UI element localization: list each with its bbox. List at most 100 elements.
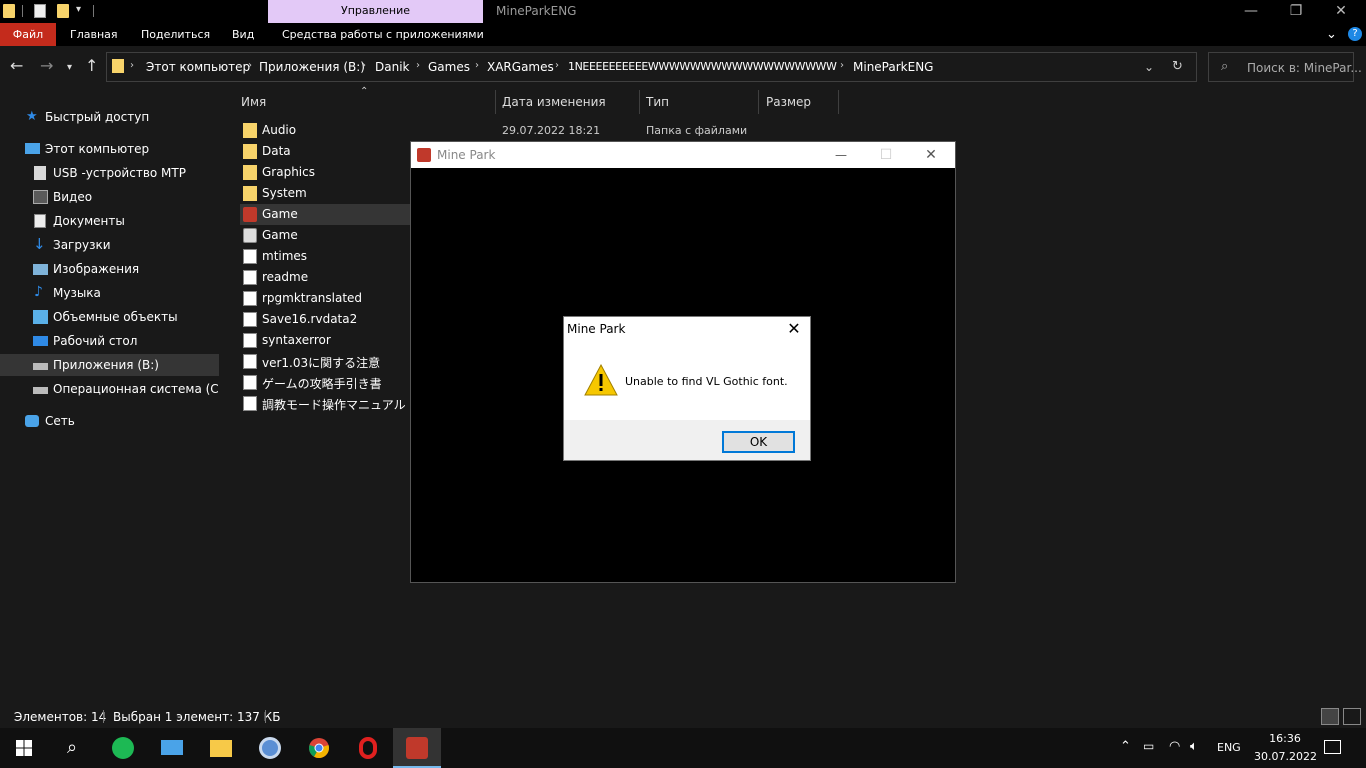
computer-icon [25,143,40,154]
file-row[interactable]: Audio [240,120,410,141]
file-row[interactable]: System [240,183,410,204]
nav-network[interactable]: Сеть [0,410,219,432]
dialog-close-button[interactable]: ✕ [784,319,804,339]
chevron-right-icon[interactable]: › [840,60,844,71]
nav-3d-objects[interactable]: Объемные объекты [0,306,219,328]
notifications-icon[interactable] [1324,740,1341,754]
game-window-titlebar[interactable]: Mine Park — ☐ ✕ [411,142,955,168]
breadcrumb-this-pc[interactable]: Этот компьютер [146,60,250,74]
help-icon[interactable]: ? [1348,27,1362,41]
file-row[interactable]: Graphics [240,162,410,183]
battery-icon[interactable]: ▭ [1143,739,1154,753]
breadcrumb-1neeee[interactable]: 1NEEEEEEEEEEWWWWWWWWWWWWWWWWWW [568,60,837,73]
tab-share[interactable]: Поделиться [141,23,210,46]
large-icons-view-icon[interactable] [1343,708,1361,725]
back-arrow-icon[interactable]: ← [10,56,23,76]
file-row[interactable]: syntaxerror [240,330,410,351]
taskbar-chrome[interactable] [295,728,343,768]
tab-view[interactable]: Вид [232,23,254,46]
breadcrumb-drive-b[interactable]: Приложения (B:) [259,60,365,74]
breadcrumb-danik[interactable]: Danik [375,60,409,74]
chevron-right-icon[interactable]: › [555,60,559,71]
file-row[interactable]: mtimes [240,246,410,267]
file-row[interactable]: readme [240,267,410,288]
column-header-size[interactable]: Размер [766,95,811,109]
start-button[interactable] [0,728,48,768]
refresh-icon[interactable]: ↻ [1172,59,1183,74]
breadcrumb-games[interactable]: Games [428,60,470,74]
nav-desktop[interactable]: Рабочий стол [0,330,219,352]
minimize-button[interactable]: — [819,144,863,166]
column-divider[interactable] [639,90,640,114]
nav-documents[interactable]: Документы [0,210,219,232]
taskbar-mine-park[interactable] [393,728,441,768]
nav-drive-b[interactable]: Приложения (B:) [0,354,219,376]
column-divider[interactable] [838,90,839,114]
nav-video[interactable]: Видео [0,186,219,208]
nav-music[interactable]: ♪ Музыка [0,282,219,304]
nav-usb-mtp[interactable]: USB -устройство MTP [0,162,219,184]
wifi-icon[interactable]: ◠ [1169,739,1180,754]
properties-icon[interactable] [34,4,46,18]
chevron-right-icon[interactable]: › [362,60,366,71]
file-row[interactable]: 調教モード操作マニュアル [240,393,410,414]
breadcrumb-mineparkeng[interactable]: MineParkENG [853,60,933,74]
column-divider[interactable] [758,90,759,114]
search-box[interactable]: ⌕ Поиск в: MinePar... [1208,52,1362,82]
column-divider[interactable] [495,90,496,114]
language-indicator[interactable]: ENG [1217,741,1241,754]
nav-this-pc[interactable]: Этот компьютер [0,138,219,160]
taskbar-app[interactable] [246,728,294,768]
nav-downloads[interactable]: ↓ Загрузки [0,234,219,256]
ok-button[interactable]: OK [722,431,795,453]
show-hidden-icons-icon[interactable]: ⌃ [1120,739,1131,754]
nav-label: Видео [53,190,93,204]
nav-pictures[interactable]: Изображения [0,258,219,280]
customize-quick-access-icon[interactable]: ▾ [76,4,81,15]
clock-time[interactable]: 16:36 [1262,732,1308,745]
column-header-name[interactable]: Имя [241,95,266,109]
tab-application-tools[interactable]: Средства работы с приложениями [282,23,484,46]
tab-file[interactable]: Файл [0,23,56,46]
taskbar-file-explorer[interactable] [197,728,245,768]
clock-date[interactable]: 30.07.2022 [1254,750,1317,763]
file-row[interactable]: rpgmktranslated [240,288,410,309]
chrome-icon [309,738,329,759]
taskbar-this-pc[interactable] [148,728,196,768]
search-input[interactable]: Поиск в: MinePar... [1247,61,1362,75]
nav-drive-c[interactable]: Операционная система (C:) [0,378,227,400]
chevron-right-icon[interactable]: › [416,60,420,71]
file-row[interactable]: Save16.rvdata2 [240,309,410,330]
search-button[interactable]: ⌕ [48,728,96,768]
chevron-right-icon[interactable]: › [475,60,479,71]
file-row[interactable]: Data [240,141,410,162]
nav-quick-access[interactable]: ★ Быстрый доступ [0,106,219,128]
file-row[interactable]: ver1.03に関する注意 [240,351,410,372]
file-row[interactable]: ゲームの攻略手引き書 [240,372,410,393]
address-bar[interactable]: › Этот компьютер › Приложения (B:) › Dan… [106,52,1197,82]
breadcrumb-xargames[interactable]: XARGames [487,60,554,74]
taskbar-opera[interactable] [344,728,392,768]
file-row-selected[interactable]: Game [240,204,410,225]
volume-icon[interactable]: 🔈︎ [1190,739,1198,754]
folder-icon[interactable] [3,4,15,18]
maximize-button[interactable]: ❐ [1273,0,1319,23]
tab-home[interactable]: Главная [70,23,118,46]
chevron-down-icon[interactable]: ⌄ [1144,60,1154,74]
up-arrow-icon[interactable]: ↑ [85,56,98,76]
close-button[interactable]: ✕ [1318,0,1364,23]
manage-contextual-tab[interactable]: Управление [268,0,483,23]
column-header-type[interactable]: Тип [646,95,669,109]
chevron-down-icon[interactable]: ⌄ [1326,23,1337,46]
chevron-right-icon[interactable]: › [130,60,134,71]
recent-locations-icon[interactable]: ▾ [67,58,72,78]
forward-arrow-icon[interactable]: → [40,56,53,76]
chevron-right-icon[interactable]: › [248,60,252,71]
minimize-button[interactable]: — [1228,0,1274,23]
close-button[interactable]: ✕ [909,144,953,166]
new-folder-icon[interactable] [57,4,69,18]
details-view-icon[interactable] [1321,708,1339,725]
taskbar-spotify[interactable] [99,728,147,768]
column-header-date[interactable]: Дата изменения [502,95,606,109]
file-row[interactable]: Game [240,225,410,246]
